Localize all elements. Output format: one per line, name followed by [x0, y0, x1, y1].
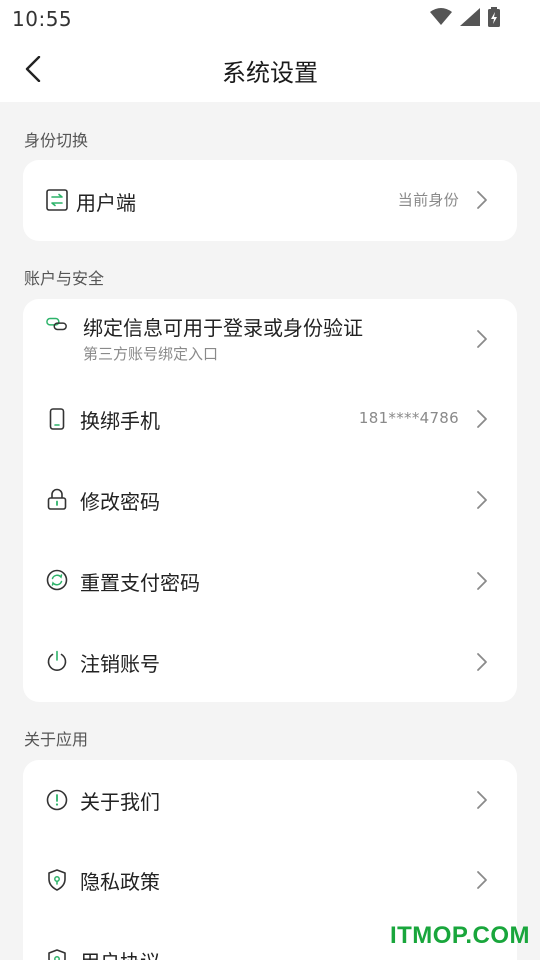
phone-icon — [46, 408, 68, 430]
page-title: 系统设置 — [222, 59, 318, 87]
chevron-right-icon — [475, 189, 489, 211]
signal-icon — [460, 8, 480, 30]
link-icon — [46, 313, 68, 335]
chevron-right-icon — [475, 789, 489, 811]
chevron-right-icon — [475, 570, 489, 592]
section-label-identity: 身份切换 — [24, 131, 89, 150]
account-card: 绑定信息可用于登录或身份验证 第三方账号绑定入口 换绑手机 181****478… — [23, 299, 517, 702]
row-account-binding[interactable]: 绑定信息可用于登录或身份验证 第三方账号绑定入口 — [23, 299, 517, 379]
power-icon — [46, 650, 68, 672]
row-label: 修改密码 — [80, 490, 160, 514]
chevron-right-icon — [475, 489, 489, 511]
shield-icon — [46, 869, 68, 891]
row-label: 用户协议 — [80, 946, 160, 960]
row-label: 隐私政策 — [80, 870, 160, 894]
row-privacy-policy[interactable]: 隐私政策 — [23, 840, 517, 920]
row-user-side[interactable]: 用户端 当前身份 — [23, 160, 517, 241]
identity-card: 用户端 当前身份 — [23, 160, 517, 241]
row-reset-pay-password[interactable]: 重置支付密码 — [23, 540, 517, 621]
phone-number-value: 181****4786 — [358, 409, 459, 427]
battery-icon — [488, 7, 500, 31]
row-sublabel: 第三方账号绑定入口 — [83, 345, 219, 363]
lock-icon — [46, 488, 68, 510]
status-icons — [430, 7, 500, 31]
wifi-icon — [430, 8, 452, 30]
section-label-account: 账户与安全 — [24, 269, 105, 288]
row-label: 换绑手机 — [80, 409, 160, 433]
chevron-right-icon — [475, 869, 489, 891]
row-about-us[interactable]: 关于我们 — [23, 760, 517, 840]
row-delete-account[interactable]: 注销账号 — [23, 621, 517, 702]
chevron-right-icon — [475, 328, 489, 350]
row-label: 注销账号 — [80, 652, 160, 676]
nav-bar: 系统设置 — [0, 36, 540, 102]
watermark: ITMOP.COM — [389, 922, 530, 949]
row-change-password[interactable]: 修改密码 — [23, 459, 517, 540]
refresh-icon — [46, 569, 68, 591]
status-time: 10:55 — [12, 7, 73, 31]
section-label-about: 关于应用 — [24, 730, 89, 749]
row-change-phone[interactable]: 换绑手机 181****4786 — [23, 379, 517, 459]
row-label: 用户端 — [76, 191, 136, 215]
info-icon — [46, 789, 68, 811]
current-identity-value: 当前身份 — [397, 191, 459, 209]
status-bar: 10:55 — [0, 0, 540, 36]
switch-icon — [46, 189, 68, 211]
chevron-right-icon — [475, 651, 489, 673]
shield-icon — [46, 949, 68, 960]
row-label: 绑定信息可用于登录或身份验证 — [83, 316, 363, 340]
chevron-right-icon — [475, 408, 489, 430]
row-label: 重置支付密码 — [80, 571, 200, 595]
row-label: 关于我们 — [80, 790, 160, 814]
